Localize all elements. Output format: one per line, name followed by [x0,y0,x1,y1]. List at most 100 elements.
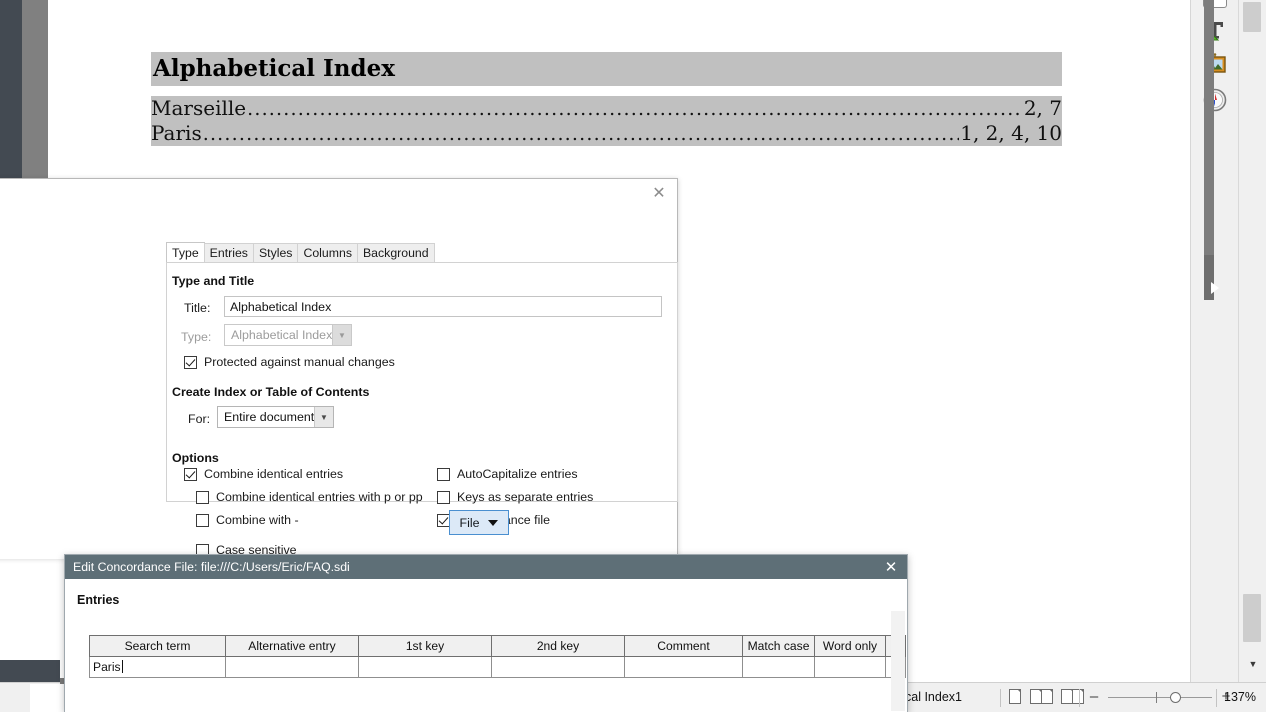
cell-2nd-key[interactable] [491,656,625,678]
checkbox-label: Combine identical entries with p or pp [216,490,423,504]
vertical-scrollbar[interactable]: ▼ [1238,0,1266,682]
index-entry-pages: 1, 2, 4, 10 [960,121,1062,145]
table-row[interactable]: Paris [89,656,906,678]
concordance-scrollbar[interactable] [891,611,905,711]
protected-checkbox[interactable]: Protected against manual changes [184,355,395,369]
status-page-style[interactable]: cal Index1 [905,690,962,704]
tab-columns[interactable]: Columns [297,243,358,263]
checkbox-box[interactable] [196,513,209,527]
type-select: Alphabetical Index ▼ [224,324,352,346]
combine-p-or-pp-checkbox[interactable]: Combine identical entries with p or pp [196,490,423,504]
cell-1st-key[interactable] [358,656,492,678]
tab-styles[interactable]: Styles [252,243,299,263]
scrollbar-thumb[interactable] [1243,594,1261,642]
concordance-dialog-titlebar: Edit Concordance File: file:///C:/Users/… [65,555,907,579]
cell-comment[interactable] [624,656,743,678]
cell-match-case[interactable] [742,656,815,678]
column-header-search-term[interactable]: Search term [89,635,226,657]
zoom-slider[interactable]: – + [1086,689,1234,705]
tab-background[interactable]: Background [356,243,435,263]
concordance-dialog-body: Entries Search term Alternative entry 1s… [65,579,907,712]
for-select-value: Entire document [224,410,315,424]
index-heading-band: Alphabetical Index [151,52,1062,86]
index-entry-row: Paris ..................................… [151,121,1062,146]
column-header-alternative-entry[interactable]: Alternative entry [225,635,359,657]
close-icon[interactable]: ✕ [881,557,901,577]
zoom-knob[interactable] [1170,692,1181,703]
title-field-label: Title: [184,301,210,315]
scrollbar-thumb-top[interactable] [1243,2,1261,32]
file-button-label: File [459,515,480,530]
concordance-dialog-title: Edit Concordance File: file:///C:/Users/… [73,560,350,574]
book-view-icon[interactable] [1061,689,1085,706]
index-entry-leader: ........................................… [247,98,1023,120]
checkbox-label: Combine identical entries [204,467,344,481]
for-field-label: For: [188,412,210,426]
checkbox-box[interactable] [184,355,197,369]
column-header-word-only[interactable]: Word only [814,635,886,657]
index-entry-row: Marseille ..............................… [151,96,1062,121]
checkbox-box[interactable] [437,467,450,481]
checkbox-label: Keys as separate entries [457,490,594,504]
keys-as-separate-entries-checkbox[interactable]: Keys as separate entries [437,490,593,504]
title-input[interactable]: Alphabetical Index [224,296,662,317]
close-icon[interactable]: ✕ [649,183,669,203]
scroll-down-arrow[interactable]: ▼ [1239,655,1266,673]
checkbox-box[interactable] [184,467,197,481]
document-rail-top [1204,0,1214,255]
index-dialog: graphy ✕ Type Entries Styles Columns Bac… [0,178,678,559]
combine-with-dash-checkbox[interactable]: Combine with - [196,513,299,527]
multi-page-view-icon[interactable] [1030,689,1054,706]
cell-search-term-value: Paris [93,660,121,674]
index-entry-leader: ........................................… [202,123,960,145]
column-header-2nd-key[interactable]: 2nd key [491,635,625,657]
tab-entries[interactable]: Entries [203,243,254,263]
index-dialog-body: Type Entries Styles Columns Background T… [0,206,678,559]
type-field-label: Type: [181,330,211,344]
autocapitalize-entries-checkbox[interactable]: AutoCapitalize entries [437,467,578,481]
cell-word-only[interactable] [814,656,886,678]
text-cursor [121,660,123,673]
index-entry-list: Marseille ..............................… [151,96,1062,146]
title-field-label-text: Title: [184,301,211,315]
index-heading-text: Alphabetical Index [153,55,395,82]
group-label-type-and-title: Type and Title [172,274,255,288]
index-entry-pages: 2, 7 [1023,96,1062,120]
zoom-percentage[interactable]: 137% [1224,690,1256,704]
index-dialog-titlebar: graphy ✕ [0,179,677,206]
chevron-down-icon[interactable]: ▼ [314,407,333,427]
group-label-options: Options [172,451,219,465]
left-dark-gutter [0,0,22,178]
file-button[interactable]: File [449,510,509,535]
checkbox-label: AutoCapitalize entries [457,467,578,481]
combine-identical-entries-checkbox[interactable]: Combine identical entries [184,467,343,481]
entries-group-label: Entries [77,593,120,607]
entries-table-header-row: Search term Alternative entry 1st key 2n… [89,635,906,657]
index-dialog-tabs: Type Entries Styles Columns Background [166,242,435,263]
zoom-track[interactable] [1108,689,1212,705]
scroll-position-marker [1211,282,1219,294]
concordance-dialog: Edit Concordance File: file:///C:/Users/… [64,554,908,712]
chevron-down-icon: ▼ [332,325,351,345]
protected-checkbox-label: Protected against manual changes [204,355,395,369]
column-header-match-case[interactable]: Match case [742,635,815,657]
zoom-out-button[interactable]: – [1086,689,1102,705]
checkbox-box[interactable] [437,490,450,504]
entries-table[interactable]: Search term Alternative entry 1st key 2n… [89,635,906,678]
tab-type[interactable]: Type [166,242,205,263]
view-layout-buttons[interactable] [1008,689,1085,706]
checkbox-box[interactable] [196,490,209,504]
cell-search-term[interactable]: Paris [89,656,226,678]
type-select-value: Alphabetical Index [231,328,333,342]
cell-alternative-entry[interactable] [225,656,359,678]
single-page-view-icon[interactable] [1008,689,1023,706]
for-select[interactable]: Entire document ▼ [217,406,334,428]
chevron-down-icon[interactable] [488,519,499,526]
for-field-label-text: For: [188,412,211,426]
column-header-comment[interactable]: Comment [624,635,743,657]
column-header-1st-key[interactable]: 1st key [358,635,492,657]
left-gray-gutter [22,0,48,178]
screen-root: Alphabetical Index Marseille ...........… [0,0,1266,712]
type-field-label-text: Type: [181,330,212,344]
group-label-create-index: Create Index or Table of Contents [172,385,370,399]
